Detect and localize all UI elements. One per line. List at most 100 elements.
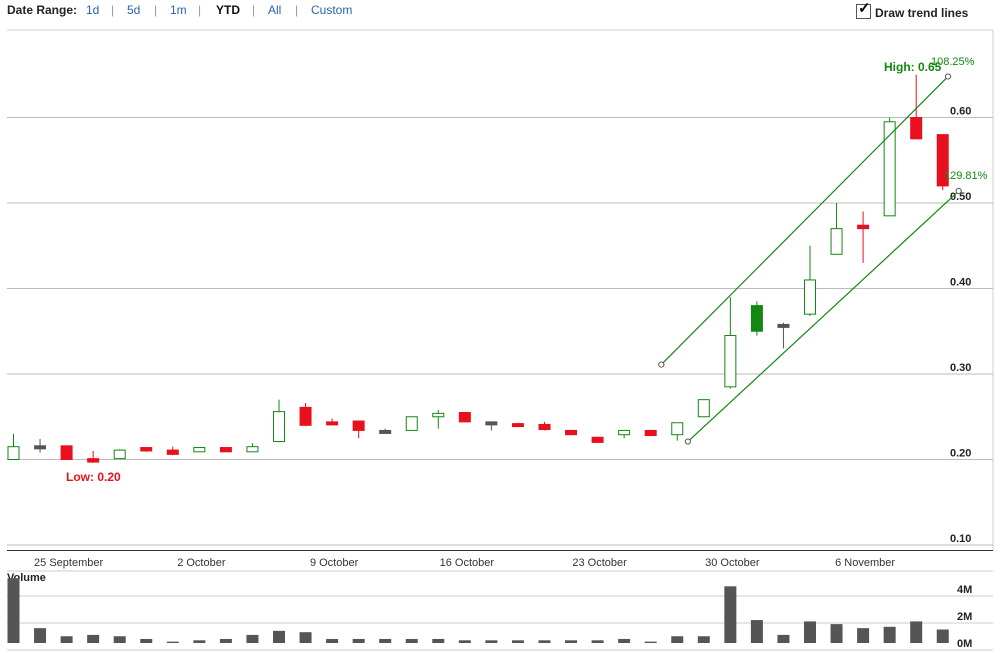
candle-body (697, 399, 710, 418)
volume-bar (193, 640, 206, 643)
candle-body (7, 446, 20, 460)
volume-bar (644, 641, 657, 643)
candle-body (777, 323, 790, 328)
candle-body (724, 335, 737, 388)
volume-bar (697, 636, 710, 643)
trend-annotation-upper: 108.25% (931, 56, 975, 68)
date-tick-label: 25 September (34, 557, 103, 569)
volume-bar (591, 640, 604, 643)
candle-body (379, 429, 392, 434)
candle-body (166, 449, 179, 455)
price-tick-label: 0.20 (950, 448, 971, 460)
trend-line (687, 190, 960, 442)
candle-body (34, 445, 47, 450)
candle-body (485, 421, 498, 426)
volume-bar (113, 636, 126, 643)
volume-bar (750, 620, 763, 643)
volume-tick-label: 2M (957, 611, 972, 623)
trend-annotation-lower: 129.81% (944, 170, 988, 182)
candle-body (458, 411, 471, 423)
date-tick-label: 6 November (835, 557, 895, 569)
candle-body (857, 224, 870, 230)
price-tick-label: 0.10 (950, 533, 971, 545)
candle-body (273, 411, 285, 443)
volume-bar (511, 640, 524, 643)
candle-body (193, 447, 206, 453)
trend-handle (955, 187, 962, 195)
volume-bar (432, 638, 445, 643)
low-label: Low: 0.20 (66, 470, 121, 484)
candle-body (60, 445, 73, 461)
volume-bar (60, 636, 73, 643)
trend-handle (658, 361, 665, 368)
candle-body (618, 429, 631, 436)
price-tick-label: 0.40 (950, 277, 971, 289)
volume-bar (883, 626, 896, 643)
candle-body (246, 446, 259, 453)
volume-bar (458, 640, 471, 643)
price-gridlines (7, 117, 993, 546)
price-tick-label: 0.30 (950, 362, 971, 374)
candle-body (565, 429, 578, 436)
date-tick-label: 9 October (310, 557, 359, 569)
candle-body (219, 447, 232, 453)
volume-bar (618, 638, 631, 643)
volume-bars (7, 578, 949, 643)
candle-body (644, 429, 657, 437)
candle-body (405, 416, 418, 431)
volume-bar (405, 638, 418, 643)
volume-bar (936, 629, 949, 643)
volume-bar (7, 578, 20, 643)
volume-bar (246, 634, 259, 643)
candle-body (432, 412, 445, 418)
candle-body (671, 422, 684, 436)
volume-bar (299, 632, 312, 643)
volume-bar (87, 634, 100, 643)
volume-bar (326, 638, 339, 643)
volume-tick-label: 4M (957, 584, 972, 596)
candle-body (591, 436, 604, 443)
candle-body (326, 421, 339, 426)
candle-body (140, 447, 153, 452)
volume-bar (140, 638, 153, 643)
volume-bar (34, 628, 47, 643)
candle-body (299, 406, 312, 426)
volume-bar (273, 630, 285, 643)
volume-bar (724, 586, 737, 643)
volume-bar (804, 621, 816, 643)
candlestick-series (7, 74, 949, 463)
trend-line (660, 76, 949, 366)
volume-bar (352, 638, 365, 643)
volume-bar (565, 640, 578, 643)
volume-bar (538, 640, 551, 643)
candle-body (352, 420, 365, 431)
date-tick-label: 16 October (440, 557, 495, 569)
date-axis-labels: 25 September 2 October 9 October 16 October… (34, 557, 895, 569)
date-tick-label: 30 October (705, 557, 760, 569)
candle-body (87, 458, 100, 463)
volume-bar (485, 640, 498, 643)
candle-body (910, 117, 923, 140)
candle-body (538, 423, 551, 431)
candle-body (511, 423, 524, 428)
date-tick-label: 2 October (177, 557, 226, 569)
candle-body (804, 279, 816, 315)
volume-bar (671, 636, 684, 643)
price-tick-label: 0.60 (950, 106, 971, 118)
volume-bar (219, 638, 232, 643)
candle-body (113, 449, 126, 460)
volume-bar (830, 624, 843, 643)
volume-gridlines (7, 595, 993, 651)
volume-axis-labels: 4M 2M 0M (957, 584, 972, 650)
trend-handle (684, 438, 691, 445)
volume-bar (166, 641, 179, 643)
volume-bar (777, 634, 790, 643)
volume-bar (910, 621, 923, 643)
candle-body (830, 228, 843, 255)
trend-handle (944, 73, 952, 80)
volume-bar (379, 638, 392, 643)
volume-bar (857, 628, 870, 643)
candle-body (750, 305, 763, 332)
date-tick-label: 23 October (572, 557, 627, 569)
price-chart: 0.600.500.400.300.200.10 25 September 2 O… (7, 29, 994, 651)
